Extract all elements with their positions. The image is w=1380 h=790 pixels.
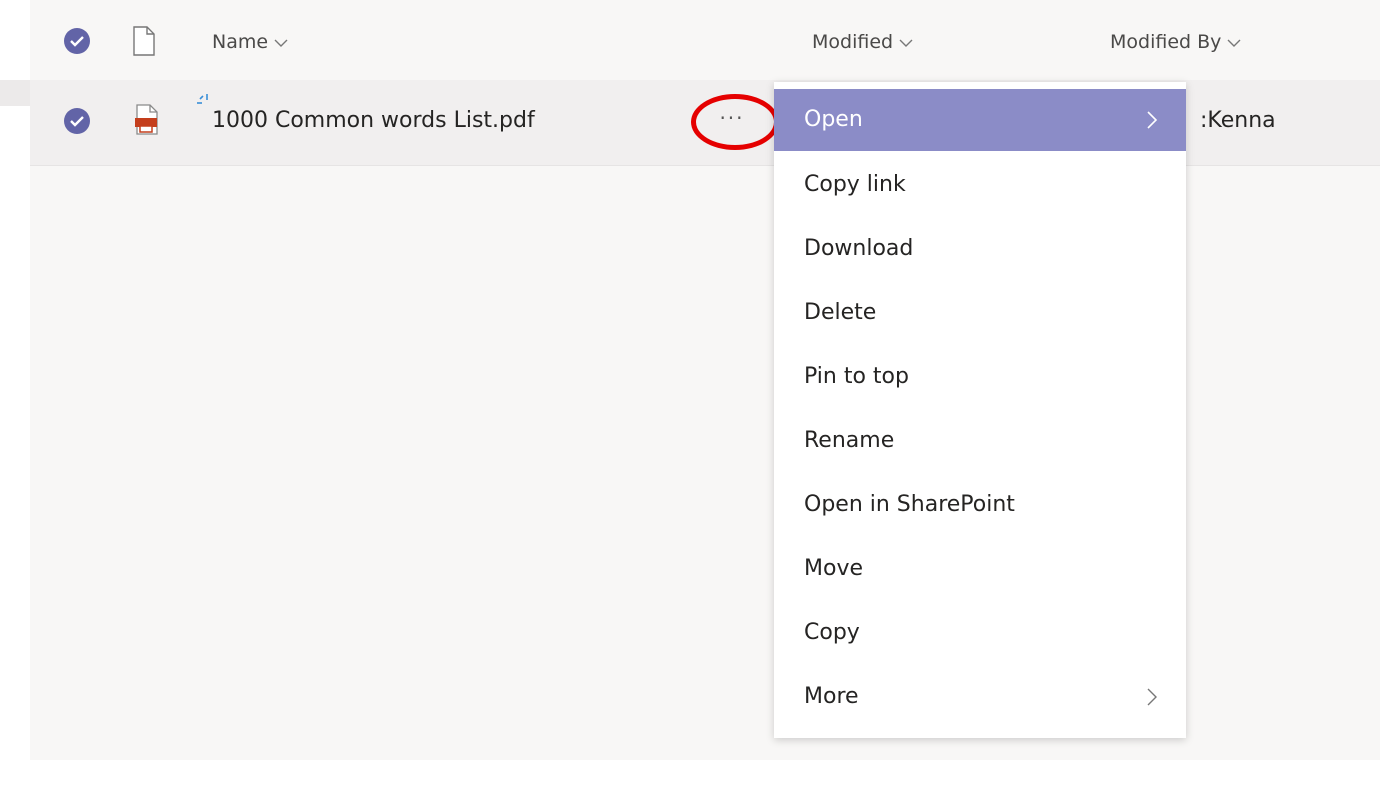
menu-item-open[interactable]: Open [774, 89, 1186, 151]
menu-item-label: Open in SharePoint [804, 492, 1015, 517]
menu-item-label: Copy [804, 620, 860, 645]
modified-by-header-label: Modified By [1110, 31, 1222, 53]
menu-item-download[interactable]: Download [774, 218, 1186, 280]
menu-item-label: Download [804, 236, 914, 261]
menu-item-copy[interactable]: Copy [774, 602, 1186, 664]
modified-by-column-header[interactable]: Modified By [1110, 31, 1241, 53]
file-type-header-icon [132, 26, 156, 60]
left-edge-strip [0, 80, 30, 106]
menu-item-label: Copy link [804, 172, 906, 197]
menu-item-label: Delete [804, 300, 877, 325]
chevron-down-icon [1227, 31, 1241, 53]
menu-item-copy-link[interactable]: Copy link [774, 154, 1186, 216]
file-name-link[interactable]: 1000 Common words List.pdf [212, 108, 535, 133]
menu-item-rename[interactable]: Rename [774, 410, 1186, 472]
menu-item-pin-to-top[interactable]: Pin to top [774, 346, 1186, 408]
name-column-header[interactable]: Name [212, 31, 288, 53]
row-checkbox-icon[interactable] [64, 108, 90, 134]
menu-item-label: Open [804, 107, 863, 132]
menu-item-label: Pin to top [804, 364, 909, 389]
chevron-down-icon [274, 31, 288, 53]
menu-item-label: Move [804, 556, 863, 581]
menu-item-more[interactable]: More [774, 666, 1186, 728]
menu-item-label: Rename [804, 428, 895, 453]
menu-item-label: More [804, 684, 859, 709]
menu-item-open-in-sharepoint[interactable]: Open in SharePoint [774, 474, 1186, 536]
select-all-checkbox-icon[interactable] [64, 28, 90, 54]
name-header-label: Name [212, 31, 269, 53]
menu-item-move[interactable]: Move [774, 538, 1186, 600]
highlight-ring-annotation [691, 94, 779, 150]
modified-by-value: :Kenna [1200, 108, 1276, 133]
loading-spinner-icon [194, 92, 212, 114]
column-header-row: Name Modified Modified By [0, 0, 1380, 80]
chevron-right-icon [1146, 666, 1158, 728]
modified-column-header[interactable]: Modified [812, 31, 913, 53]
modified-header-label: Modified [812, 31, 894, 53]
chevron-right-icon [1146, 89, 1158, 151]
pdf-file-icon [134, 104, 160, 140]
context-menu: Open Copy link Download Delete Pin to to… [774, 82, 1186, 738]
menu-item-delete[interactable]: Delete [774, 282, 1186, 344]
chevron-down-icon [899, 31, 913, 53]
